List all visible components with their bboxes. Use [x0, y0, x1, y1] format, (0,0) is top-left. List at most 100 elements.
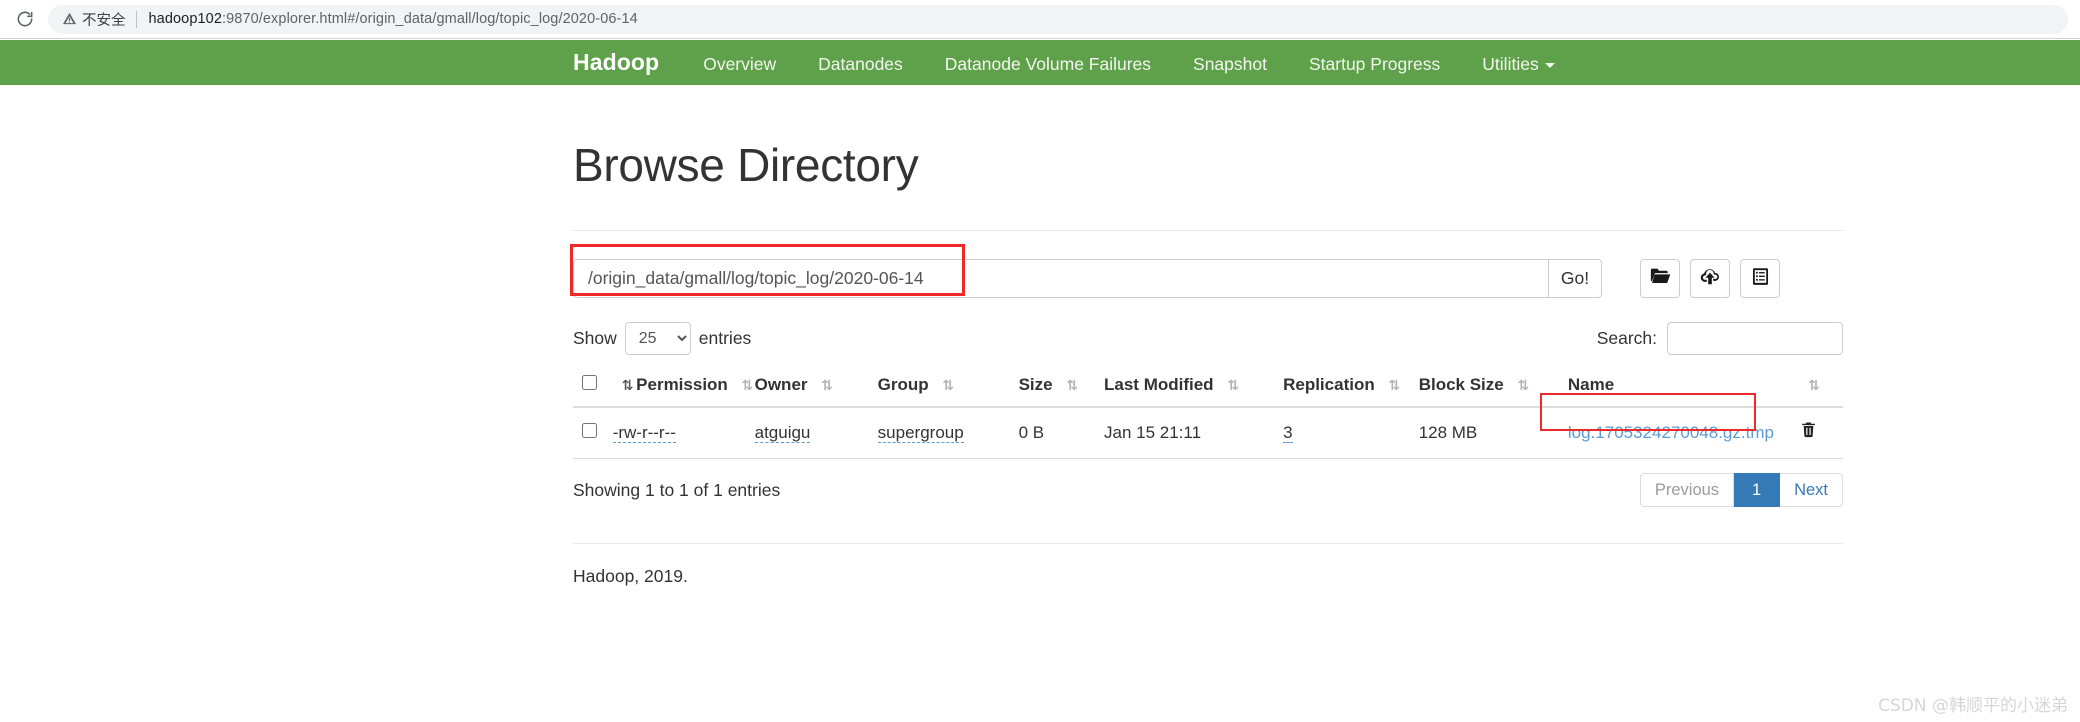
- url-host: hadoop102: [148, 11, 222, 27]
- column-permission[interactable]: ⇅ Permission ⇅: [612, 366, 755, 408]
- reload-icon[interactable]: [12, 6, 38, 32]
- address-bar[interactable]: 不安全 hadoop102:9870/explorer.html#/origin…: [48, 4, 2068, 34]
- file-name-link[interactable]: log.1705324270048.gz.tmp: [1568, 423, 1774, 442]
- nav-datanodes[interactable]: Datanodes: [818, 54, 903, 75]
- sort-icon: ⇅: [1517, 378, 1529, 394]
- cell-replication: 3: [1283, 407, 1419, 459]
- entries-per-page-select[interactable]: 25: [624, 322, 691, 355]
- column-block-size[interactable]: Block Size ⇅: [1418, 366, 1568, 408]
- cell-size: 0 B: [1018, 407, 1105, 459]
- create-directory-button[interactable]: [1640, 259, 1680, 298]
- nav-startup-progress[interactable]: Startup Progress: [1309, 54, 1440, 75]
- nav-overview[interactable]: Overview: [703, 54, 776, 75]
- warning-triangle-icon: [62, 11, 77, 28]
- sort-icon: ⇅: [942, 378, 954, 394]
- search-label: Search:: [1596, 328, 1657, 348]
- column-owner[interactable]: Owner ⇅: [754, 366, 878, 408]
- cell-last-modified: Jan 15 21:11: [1104, 407, 1284, 459]
- cut-paste-button[interactable]: [1740, 259, 1780, 298]
- nav-utilities[interactable]: Utilities: [1482, 54, 1555, 75]
- column-permission-label: Permission: [636, 375, 728, 394]
- path-input-group: Go!: [573, 259, 1602, 298]
- select-all-column: [573, 366, 613, 408]
- column-replication[interactable]: Replication ⇅: [1283, 366, 1419, 408]
- column-size-label: Size: [1018, 375, 1053, 394]
- cell-actions: [1773, 407, 1843, 459]
- table-body: -rw-r--r-- atguigu supergroup 0 B Jan 15…: [573, 407, 1843, 459]
- upload-files-button[interactable]: [1690, 259, 1730, 298]
- cloud-upload-icon: [1699, 267, 1721, 291]
- directory-path-input[interactable]: [573, 259, 1548, 298]
- column-block-size-label: Block Size: [1418, 375, 1504, 394]
- go-button[interactable]: Go!: [1548, 259, 1602, 298]
- table-header-row: ⇅ Permission ⇅ Owner ⇅ Group ⇅ Size ⇅ La…: [573, 366, 1843, 408]
- show-label: Show: [573, 328, 617, 348]
- table-row: -rw-r--r-- atguigu supergroup 0 B Jan 15…: [573, 407, 1843, 459]
- omnibox-divider: [135, 10, 137, 28]
- footer-divider: [573, 543, 1843, 544]
- watermark: CSDN @韩顺平的小迷弟: [1878, 696, 2068, 716]
- row-checkbox[interactable]: [582, 422, 597, 438]
- permission-value[interactable]: -rw-r--r--: [612, 422, 676, 443]
- sort-icon: ⇅: [1066, 378, 1078, 394]
- brand-hadoop[interactable]: Hadoop: [573, 49, 659, 76]
- url-text: hadoop102:9870/explorer.html#/origin_dat…: [149, 11, 638, 27]
- sort-icon: ⇅: [1227, 378, 1239, 394]
- nav-snapshot[interactable]: Snapshot: [1193, 54, 1267, 75]
- sort-icon: ⇅: [1388, 378, 1400, 394]
- title-divider: [573, 230, 1843, 231]
- column-actions: ⇅: [1773, 366, 1843, 408]
- select-all-checkbox[interactable]: [582, 375, 597, 390]
- directory-action-buttons: [1640, 259, 1780, 298]
- cell-name: log.1705324270048.gz.tmp: [1567, 407, 1774, 459]
- cell-owner: atguigu: [754, 407, 878, 459]
- column-group[interactable]: Group ⇅: [877, 366, 1019, 408]
- column-name[interactable]: Name: [1567, 366, 1774, 408]
- sort-icon: ⇅: [821, 378, 833, 394]
- group-value[interactable]: supergroup: [877, 422, 964, 443]
- column-size[interactable]: Size ⇅: [1018, 366, 1105, 408]
- sort-icon: ⇅: [621, 378, 634, 394]
- table-footer: Showing 1 to 1 of 1 entries Previous 1 N…: [573, 473, 1843, 507]
- pagination-next[interactable]: Next: [1780, 473, 1843, 507]
- pagination: Previous 1 Next: [1639, 473, 1843, 507]
- search-input[interactable]: [1667, 322, 1843, 355]
- entries-info: Showing 1 to 1 of 1 entries: [573, 479, 781, 500]
- folder-icon: [1650, 267, 1671, 290]
- page-title: Browse Directory: [573, 139, 919, 191]
- pagination-page-1[interactable]: 1: [1734, 473, 1781, 507]
- cell-group: supergroup: [877, 407, 1019, 459]
- show-entries-control: Show 25 entries: [573, 322, 751, 355]
- cell-block-size: 128 MB: [1418, 407, 1568, 459]
- path-row: Go!: [573, 259, 1843, 298]
- trash-icon[interactable]: [1800, 422, 1817, 444]
- entries-label: entries: [698, 328, 752, 348]
- nav-datanode-volume-failures[interactable]: Datanode Volume Failures: [945, 54, 1151, 75]
- pagination-previous[interactable]: Previous: [1639, 473, 1735, 507]
- table-head: ⇅ Permission ⇅ Owner ⇅ Group ⇅ Size ⇅ La…: [573, 366, 1843, 408]
- file-listing-table: ⇅ Permission ⇅ Owner ⇅ Group ⇅ Size ⇅ La…: [573, 366, 1843, 459]
- column-replication-label: Replication: [1283, 375, 1375, 394]
- column-last-modified-label: Last Modified: [1104, 375, 1214, 394]
- column-last-modified[interactable]: Last Modified ⇅: [1104, 366, 1284, 408]
- page-footer-text: Hadoop, 2019.: [573, 566, 688, 586]
- column-owner-label: Owner: [754, 375, 808, 394]
- chevron-down-icon: [1544, 62, 1555, 68]
- navbar-items: Hadoop Overview Datanodes Datanode Volum…: [573, 49, 1555, 76]
- search-control: Search:: [1597, 322, 1843, 355]
- cell-permission: -rw-r--r--: [612, 407, 755, 459]
- sort-icon: ⇅: [741, 378, 754, 394]
- page-container: Browse Directory Go!: [573, 85, 1843, 587]
- nav-utilities-label: Utilities: [1482, 54, 1539, 74]
- clipboard-list-icon: [1751, 267, 1770, 291]
- owner-value[interactable]: atguigu: [754, 422, 811, 443]
- hadoop-navbar: Hadoop Overview Datanodes Datanode Volum…: [0, 40, 2080, 85]
- sort-icon: ⇅: [1808, 378, 1820, 394]
- row-select-cell: [573, 407, 613, 459]
- replication-value[interactable]: 3: [1283, 422, 1293, 443]
- url-path: :9870/explorer.html#/origin_data/gmall/l…: [221, 11, 638, 27]
- browser-toolbar: 不安全 hadoop102:9870/explorer.html#/origin…: [0, 0, 2080, 39]
- column-name-label: Name: [1567, 375, 1615, 394]
- table-controls: Show 25 entries Search:: [573, 322, 1843, 355]
- column-group-label: Group: [877, 375, 929, 394]
